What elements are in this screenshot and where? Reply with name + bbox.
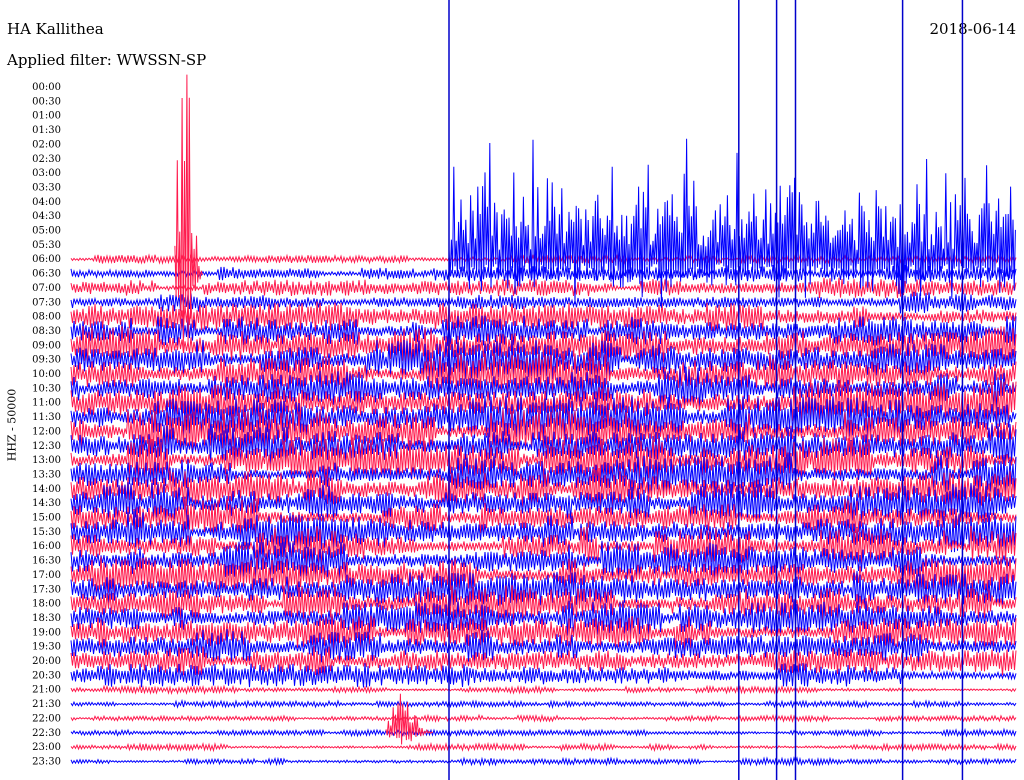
row-time-label: 12:30: [32, 441, 61, 452]
row-time-label: 22:30: [32, 728, 61, 739]
row-time-label: 21:00: [32, 685, 61, 696]
row-time-label: 15:30: [32, 527, 61, 538]
row-time-label: 01:00: [32, 111, 61, 122]
row-time-label: 06:00: [32, 254, 61, 265]
row-time-label: 19:00: [32, 627, 61, 638]
row-time-label: 17:30: [32, 584, 61, 595]
row-time-label: 14:00: [32, 484, 61, 495]
trace-row: [70, 277, 1017, 299]
row-time-label: 09:30: [32, 355, 61, 366]
row-time-label: 10:30: [32, 383, 61, 394]
row-time-label: 17:00: [32, 570, 61, 581]
row-time-label: 15:00: [32, 513, 61, 524]
row-time-label: 02:00: [32, 139, 61, 150]
row-time-label: 07:30: [32, 297, 61, 308]
row-time-label: 12:00: [32, 426, 61, 437]
trace-row: [70, 684, 1017, 696]
row-time-label: 14:30: [32, 498, 61, 509]
trace-row: [70, 741, 1017, 753]
row-time-label: 20:00: [32, 656, 61, 667]
row-time-label: 02:30: [32, 154, 61, 165]
row-time-label: 00:00: [32, 82, 61, 93]
row-time-label: 16:00: [32, 541, 61, 552]
row-time-label: 05:30: [32, 240, 61, 251]
row-time-label: 21:30: [32, 699, 61, 710]
trace-row: [70, 713, 1017, 724]
trace-row: [70, 727, 1017, 738]
row-time-label: 01:30: [32, 125, 61, 136]
row-time-label: 03:30: [32, 182, 61, 193]
row-time-label: 11:30: [32, 412, 61, 423]
row-time-label: 22:00: [32, 713, 61, 724]
event-burst: [448, 138, 1016, 308]
row-time-label: 07:00: [32, 283, 61, 294]
row-time-label: 05:00: [32, 226, 61, 237]
helicorder-plot: 00:00 00:30 01:00 01:30 02:00 02:30 03:00 03:30…: [32, 0, 1017, 780]
row-time-label: 09:00: [32, 340, 61, 351]
row-time-label: 18:00: [32, 599, 61, 610]
row-time-label: 04:30: [32, 211, 61, 222]
row-time-label: 11:00: [32, 398, 61, 409]
row-time-label: 19:30: [32, 642, 61, 653]
trace-row: [70, 756, 1017, 767]
row-time-label: 20:30: [32, 670, 61, 681]
time-tick-labels: 00:00 00:30 01:00 01:30 02:00 02:30 03:00 03:30…: [32, 82, 61, 767]
row-time-label: 13:30: [32, 469, 61, 480]
trace-row: [70, 698, 1017, 710]
row-time-label: 23:30: [32, 756, 61, 767]
row-time-label: 23:00: [32, 742, 61, 753]
row-time-label: 08:30: [32, 326, 61, 337]
row-time-label: 18:30: [32, 613, 61, 624]
row-time-label: 13:00: [32, 455, 61, 466]
row-time-label: 06:30: [32, 269, 61, 280]
row-time-label: 16:30: [32, 556, 61, 567]
row-time-label: 00:30: [32, 96, 61, 107]
row-time-label: 03:00: [32, 168, 61, 179]
row-time-label: 10:00: [32, 369, 61, 380]
row-time-label: 08:00: [32, 312, 61, 323]
seismic-traces: [70, 74, 1017, 767]
row-time-label: 04:00: [32, 197, 61, 208]
